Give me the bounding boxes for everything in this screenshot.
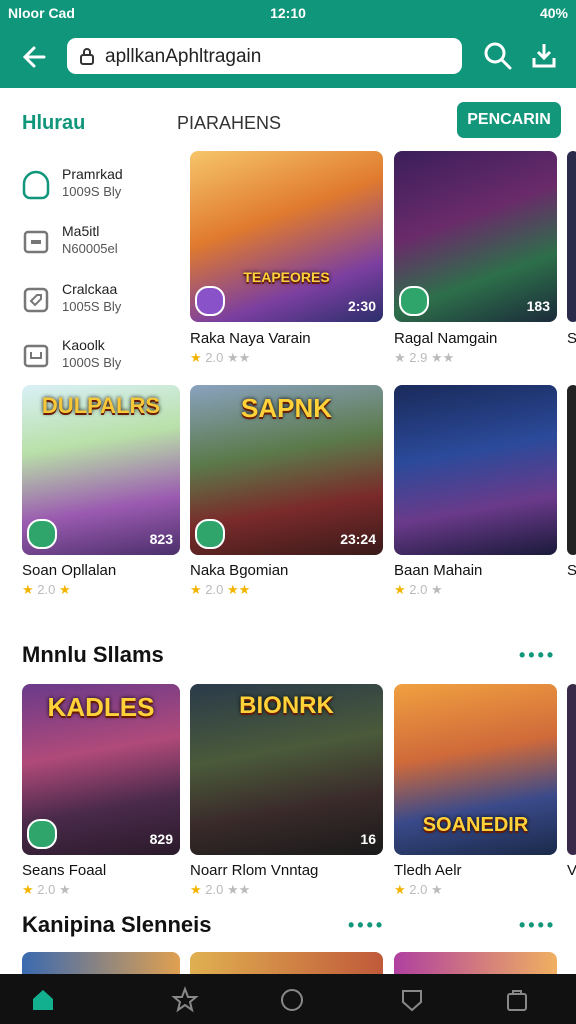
app-name: Ragal Namgain bbox=[394, 330, 498, 347]
app-badge-icon bbox=[27, 819, 57, 849]
sidebar-item[interactable]: Cralckaa 1005S Bly bbox=[20, 278, 170, 328]
sidebar-item[interactable]: Pramrkad 1009S Bly bbox=[20, 163, 170, 213]
app-bar: apllkanAphltragain bbox=[0, 26, 576, 88]
more-dots-icon-2[interactable]: •••• bbox=[519, 915, 556, 936]
app-thumbnail[interactable]: TEAPEORES 2:30 bbox=[190, 151, 383, 322]
app-thumbnail[interactable] bbox=[190, 952, 383, 974]
app-thumbnail[interactable] bbox=[567, 385, 576, 555]
sidebar-item-title: Ma5itl bbox=[62, 223, 100, 239]
app-badge-icon bbox=[27, 519, 57, 549]
app-name: V bbox=[567, 862, 576, 879]
circle-icon[interactable] bbox=[278, 986, 306, 1014]
app-name: S bbox=[567, 330, 576, 347]
thumbnail-title: KADLES bbox=[47, 692, 155, 722]
app-rating: ★ 2.0 ★ bbox=[22, 882, 71, 897]
app-rating: ★ 2.0 ★ bbox=[22, 582, 71, 597]
app-rating: ★ 2.0 ★★ bbox=[190, 882, 251, 897]
section-title: Mnnlu Sllams bbox=[22, 642, 164, 667]
status-bar: Nloor Cad 12:10 40% bbox=[0, 0, 576, 26]
status-battery: 40% bbox=[539, 5, 568, 21]
more-dots-icon[interactable]: •••• bbox=[519, 645, 556, 666]
app-rating: ★ 2.0 ★ bbox=[394, 582, 443, 597]
app-name: Soan Opllalan bbox=[22, 562, 117, 579]
thumbnail-title: DULPALRS bbox=[41, 393, 161, 418]
app-thumbnail[interactable] bbox=[22, 952, 180, 974]
app-thumbnail[interactable] bbox=[394, 952, 557, 974]
app-name: S bbox=[567, 562, 576, 579]
tablet-icon bbox=[20, 226, 52, 258]
app-thumbnail[interactable]: 183 bbox=[394, 151, 557, 322]
tag-icon bbox=[20, 284, 52, 316]
app-name: Seans Foaal bbox=[22, 862, 107, 879]
shield-outline-icon[interactable] bbox=[398, 986, 426, 1014]
app-name: Noarr Rlom Vnntag bbox=[190, 862, 319, 879]
app-thumbnail[interactable]: SAPNK 23:24 bbox=[190, 385, 383, 555]
shield-icon bbox=[20, 169, 52, 201]
app-rating: ★ 2.0 ★ bbox=[394, 882, 443, 897]
app-rating: ★ 2.9 ★★ bbox=[394, 350, 455, 365]
more-dots-icon[interactable]: •••• bbox=[348, 915, 385, 936]
app-badge-icon bbox=[195, 286, 225, 316]
lock-icon bbox=[79, 47, 95, 65]
sidebar-item-sub: 1000S Bly bbox=[62, 355, 122, 370]
download-icon[interactable] bbox=[528, 40, 560, 72]
sidebar-item[interactable]: Ma5itl N60005el bbox=[20, 220, 170, 270]
thumbnail-count: 183 bbox=[526, 298, 550, 314]
sidebar-item-sub: N60005el bbox=[62, 241, 118, 256]
search-query[interactable]: apllkanAphltragain bbox=[105, 46, 261, 68]
app-thumbnail[interactable]: SOANEDIR bbox=[394, 684, 557, 855]
thumbnail-count: 23:24 bbox=[340, 531, 376, 547]
app-thumbnail[interactable] bbox=[394, 385, 557, 555]
thumbnail-count: 16 bbox=[360, 831, 376, 847]
app-thumbnail[interactable]: KADLES 829 bbox=[22, 684, 180, 855]
sidebar-item-title: Cralckaa bbox=[62, 281, 118, 297]
bag-icon[interactable] bbox=[503, 986, 531, 1014]
pencarin-button[interactable]: PENCARIN bbox=[457, 102, 561, 138]
app-thumbnail[interactable] bbox=[567, 151, 576, 322]
app-thumbnail[interactable]: BIONRK 16 bbox=[190, 684, 383, 855]
tab-bar: Hlurau PIARAHENS PENCARIN bbox=[0, 92, 576, 148]
app-rating: ★ 2.0 ★★ bbox=[190, 582, 251, 597]
thumbnail-title: SOANEDIR bbox=[422, 814, 529, 836]
sidebar-item[interactable]: Kaoolk 1000S Bly bbox=[20, 334, 170, 384]
app-rating: ★ 2.0 ★★ bbox=[190, 350, 251, 365]
app-name: Raka Naya Varain bbox=[190, 330, 311, 347]
sidebar-item-title: Pramrkad bbox=[62, 166, 123, 182]
calendar-icon bbox=[20, 340, 52, 372]
thumbnail-count: 2:30 bbox=[347, 298, 376, 314]
app-badge-icon bbox=[399, 286, 429, 316]
status-time: 12:10 bbox=[270, 5, 306, 21]
tab-active[interactable]: Hlurau bbox=[22, 112, 85, 135]
star-icon[interactable] bbox=[171, 986, 199, 1014]
section-title: Kanipina Slenneis bbox=[22, 912, 212, 937]
tab-second[interactable]: PIARAHENS bbox=[177, 113, 281, 134]
app-thumbnail[interactable] bbox=[567, 684, 576, 855]
bottom-nav bbox=[0, 974, 576, 1024]
app-thumbnail[interactable]: DULPALRS 823 bbox=[22, 385, 180, 555]
sidebar-item-title: Kaoolk bbox=[62, 337, 105, 353]
app-badge-icon bbox=[195, 519, 225, 549]
thumbnail-count: 823 bbox=[149, 531, 173, 547]
thumbnail-title: TEAPEORES bbox=[243, 269, 330, 285]
sidebar-item-sub: 1009S Bly bbox=[62, 184, 122, 199]
thumbnail-title: BIONRK bbox=[239, 692, 334, 719]
search-field[interactable]: apllkanAphltragain bbox=[67, 38, 462, 74]
sidebar-item-sub: 1005S Bly bbox=[62, 299, 122, 314]
thumbnail-count: 829 bbox=[149, 831, 173, 847]
home-icon[interactable] bbox=[29, 986, 57, 1014]
app-name: Baan Mahain bbox=[394, 562, 483, 579]
search-icon[interactable] bbox=[482, 40, 514, 72]
thumbnail-title: SAPNK bbox=[240, 393, 332, 423]
app-name: Tledh Aelr bbox=[394, 862, 462, 879]
back-arrow-icon[interactable] bbox=[18, 40, 52, 74]
app-name: Naka Bgomian bbox=[190, 562, 289, 579]
